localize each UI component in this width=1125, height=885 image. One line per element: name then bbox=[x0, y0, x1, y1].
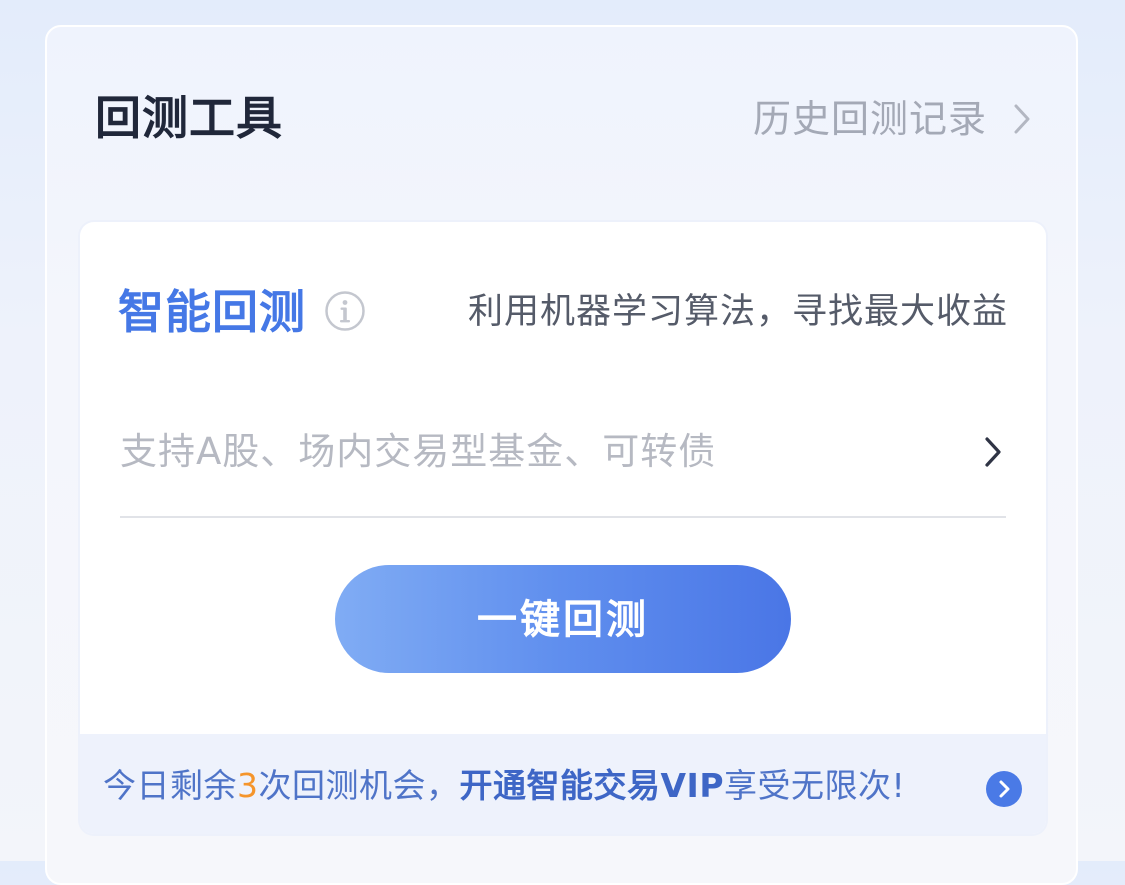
info-icon[interactable] bbox=[324, 290, 366, 332]
smart-backtest-description: 利用机器学习算法，寻找最大收益 bbox=[467, 292, 1008, 332]
vip-cta-link[interactable]: 开通智能交易VIP bbox=[460, 766, 725, 805]
vip-promo-banner[interactable]: 今日剩余3次回测机会，开通智能交易VIP享受无限次! bbox=[80, 734, 1046, 834]
chevron-right-icon bbox=[1009, 95, 1035, 143]
history-link-label: 历史回测记录 bbox=[752, 97, 987, 141]
asset-selector-placeholder: 支持A股、场内交易型基金、可转债 bbox=[120, 430, 717, 473]
chevron-right-icon bbox=[980, 432, 1006, 472]
history-backtest-link[interactable]: 历史回测记录 bbox=[753, 95, 1035, 143]
promo-suffix: 享受无限次! bbox=[724, 766, 906, 805]
page-title: 回测工具 bbox=[95, 91, 283, 145]
arrow-circle-right-icon[interactable] bbox=[986, 771, 1022, 807]
smart-backtest-panel: 智能回测 利用机器学习算法，寻找最大收益 支持A股、场内交易型基金、可转债 一键… bbox=[80, 222, 1046, 834]
promo-prefix: 今日剩余 bbox=[103, 766, 237, 805]
promo-text: 今日剩余3次回测机会，开通智能交易VIP享受无限次! bbox=[103, 764, 905, 808]
one-click-backtest-button[interactable]: 一键回测 bbox=[335, 565, 791, 673]
promo-middle: 次回测机会， bbox=[258, 766, 460, 805]
remaining-count: 3 bbox=[237, 766, 259, 805]
smart-backtest-title: 智能回测 bbox=[118, 285, 306, 339]
asset-type-selector[interactable]: 支持A股、场内交易型基金、可转债 bbox=[120, 420, 1006, 518]
